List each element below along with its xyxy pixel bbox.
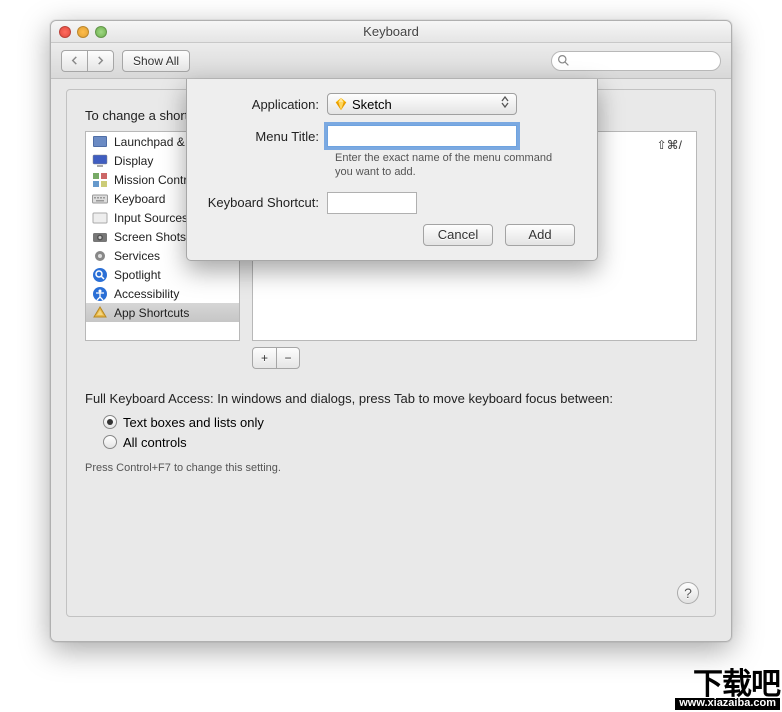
radio-all-controls[interactable]: All controls <box>103 432 697 452</box>
keyboard-shortcut-input[interactable] <box>327 192 417 214</box>
search-wrap <box>551 51 721 71</box>
radio-icon <box>103 435 117 449</box>
app-icon <box>92 305 108 321</box>
help-button[interactable]: ? <box>677 582 699 604</box>
radio-icon <box>103 415 117 429</box>
chevron-right-icon <box>96 56 105 65</box>
radio-group: Text boxes and lists only All controls <box>85 412 697 452</box>
sketch-icon <box>334 97 348 111</box>
sidebar-item-label: Input Sources <box>114 211 188 225</box>
add-shortcut-button[interactable]: + <box>252 347 276 369</box>
keyboard-icon <box>92 191 108 207</box>
watermark-url: www.xiazaiba.com <box>675 698 780 710</box>
add-remove-segment: + − <box>252 347 697 369</box>
hint-text: Press Control+F7 to change this setting. <box>85 462 697 474</box>
accessibility-icon <box>92 286 108 302</box>
watermark: 下载吧 www.xiazaiba.com <box>675 671 780 710</box>
mission-icon <box>92 172 108 188</box>
sheet-buttons: Cancel Add <box>197 224 581 246</box>
toolbar: Show All <box>51 43 731 79</box>
chevron-left-icon <box>70 56 79 65</box>
remove-shortcut-button[interactable]: − <box>276 347 300 369</box>
application-popup-value: Sketch <box>352 97 392 112</box>
menu-title-input[interactable] <box>327 125 517 147</box>
forward-button[interactable] <box>87 50 114 72</box>
menu-title-label: Menu Title: <box>197 129 327 144</box>
sidebar-item-accessibility[interactable]: Accessibility <box>86 284 239 303</box>
radio-label: Text boxes and lists only <box>123 415 264 430</box>
sheet-row-shortcut: Keyboard Shortcut: <box>197 192 581 214</box>
rocket-icon <box>92 134 108 150</box>
add-shortcut-sheet: Application: Sketch Menu Title: Enter th… <box>186 79 598 261</box>
nav-segment <box>61 50 114 72</box>
shortcut-label: Keyboard Shortcut: <box>197 195 327 210</box>
sidebar-item-label: App Shortcuts <box>114 306 189 320</box>
window-title: Keyboard <box>51 24 731 39</box>
add-button[interactable]: Add <box>505 224 575 246</box>
sidebar-item-label: Services <box>114 249 160 263</box>
sidebar-item-label: Mission Control <box>114 173 197 187</box>
spotlight-icon <box>92 267 108 283</box>
sidebar-item-label: Keyboard <box>114 192 165 206</box>
sidebar-item-spotlight[interactable]: Spotlight <box>86 265 239 284</box>
sheet-row-menu-title: Menu Title: <box>197 125 581 147</box>
full-keyboard-access-text: Full Keyboard Access: In windows and dia… <box>85 391 697 406</box>
cancel-button[interactable]: Cancel <box>423 224 493 246</box>
radio-text-boxes[interactable]: Text boxes and lists only <box>103 412 697 432</box>
display-icon <box>92 153 108 169</box>
input-icon <box>92 210 108 226</box>
sidebar-item-label: Display <box>114 154 153 168</box>
sidebar-item-label: Screen Shots <box>114 230 186 244</box>
sidebar-item-label: Spotlight <box>114 268 161 282</box>
menu-title-help: Enter the exact name of the menu command… <box>197 151 581 180</box>
search-input[interactable] <box>551 51 721 71</box>
sheet-row-application: Application: Sketch <box>197 93 581 115</box>
sidebar-item-app-shortcuts[interactable]: App Shortcuts <box>86 303 239 322</box>
preferences-window: Keyboard Show All To change a shortcut, … <box>50 20 732 642</box>
application-popup[interactable]: Sketch <box>327 93 517 115</box>
camera-icon <box>92 229 108 245</box>
application-label: Application: <box>197 97 327 112</box>
back-button[interactable] <box>61 50 87 72</box>
titlebar: Keyboard <box>51 21 731 43</box>
gear-icon <box>92 248 108 264</box>
radio-label: All controls <box>123 435 187 450</box>
show-all-button[interactable]: Show All <box>122 50 190 72</box>
sidebar-item-label: Accessibility <box>114 287 179 301</box>
popup-arrows-icon <box>498 96 512 108</box>
shortcut-value: ⇧⌘/ <box>657 138 682 152</box>
